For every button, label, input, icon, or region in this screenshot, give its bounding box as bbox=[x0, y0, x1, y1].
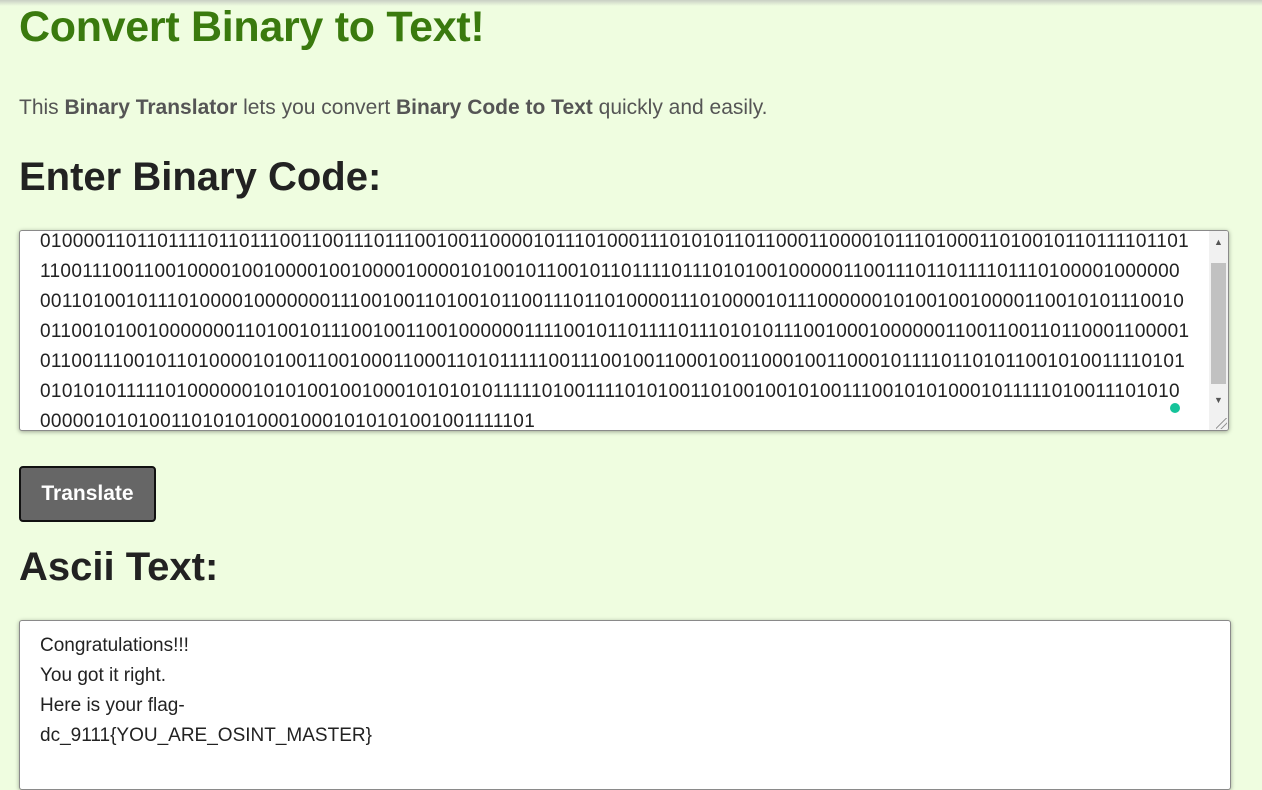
binary-input-heading: Enter Binary Code: bbox=[19, 155, 382, 199]
binary-input-textarea[interactable]: 0100001101101111011011100110011101110010… bbox=[19, 230, 1229, 431]
binary-input-scrollbar[interactable]: ▲ ▼ bbox=[1209, 231, 1228, 430]
ascii-output-line: dc_9111{YOU_ARE_OSINT_MASTER} bbox=[40, 725, 372, 746]
intro-bold-2: Binary Code to Text bbox=[396, 96, 593, 119]
ascii-output-line: Here is your flag- bbox=[40, 695, 185, 716]
scroll-up-arrow-icon[interactable]: ▲ bbox=[1209, 233, 1228, 251]
grammar-checker-dot-icon[interactable] bbox=[1170, 403, 1180, 413]
page-title: Convert Binary to Text! bbox=[19, 3, 485, 51]
intro-part-3: quickly and easily. bbox=[592, 96, 768, 119]
intro-text: This Binary Translator lets you convert … bbox=[19, 96, 768, 120]
scrollbar-thumb[interactable] bbox=[1211, 263, 1226, 384]
resize-grip-icon[interactable] bbox=[1216, 418, 1227, 429]
ascii-output-heading: Ascii Text: bbox=[19, 545, 219, 589]
ascii-output-line: You got it right. bbox=[40, 665, 167, 686]
intro-part-1: This bbox=[19, 96, 65, 119]
ascii-output-value[interactable]: Congratulations!!! You got it right. Her… bbox=[40, 631, 372, 751]
ascii-output-textarea[interactable]: Congratulations!!! You got it right. Her… bbox=[19, 620, 1231, 790]
intro-part-2: lets you convert bbox=[237, 96, 396, 119]
translate-button[interactable]: Translate bbox=[19, 466, 156, 522]
binary-input-value[interactable]: 0100001101101111011011100110011101110010… bbox=[40, 231, 1190, 430]
intro-bold-1: Binary Translator bbox=[64, 96, 238, 119]
scroll-down-arrow-icon[interactable]: ▼ bbox=[1209, 391, 1228, 409]
ascii-output-line: Congratulations!!! bbox=[40, 635, 189, 656]
